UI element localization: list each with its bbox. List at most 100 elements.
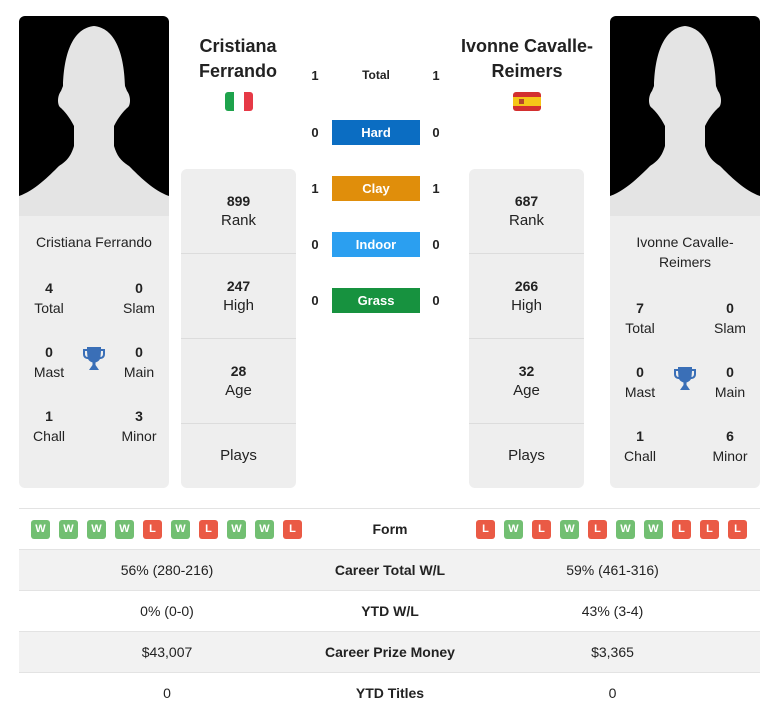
player2-titles-slam: 0 Slam (700, 298, 760, 338)
prize-money-label: Career Prize Money (325, 644, 455, 660)
player1-stats: 899 Rank 247 High 28 Age Plays (181, 169, 296, 488)
form-loss-badge[interactable]: L (588, 520, 607, 539)
titles-chall-value: 1 (636, 428, 644, 444)
form-win-badge[interactable]: W (87, 520, 106, 539)
player1-rank: 899 Rank (181, 169, 296, 254)
player1-plays: Plays (181, 424, 296, 488)
surface-hard-badge[interactable]: Hard (332, 120, 420, 145)
age-label: Age (513, 382, 540, 399)
player2-titles-minor: 6 Minor (700, 426, 760, 466)
player1-career-wl: 56% (280-216) (120, 562, 214, 578)
form-win-badge[interactable]: W (644, 520, 663, 539)
prize-money-row: $43,007 Career Prize Money $3,365 (19, 632, 760, 673)
form-row: WWWWLWLWWL Form LWLWLWWLLL (19, 509, 760, 550)
ytd-wl-label: YTD W/L (361, 603, 419, 619)
player1-titles-minor: 3 Minor (109, 406, 169, 446)
high-value: 266 (514, 278, 539, 294)
form-loss-badge[interactable]: L (283, 520, 302, 539)
player2-titles-mast: 0 Mast (610, 362, 670, 402)
titles-mast-label: Mast (624, 384, 656, 400)
h2h-total-label: Total (362, 68, 390, 82)
form-win-badge[interactable]: W (59, 520, 78, 539)
form-win-badge[interactable]: W (31, 520, 50, 539)
form-win-badge[interactable]: W (227, 520, 246, 539)
player2-card-name-line1: Ivonne Cavalle- (636, 234, 734, 250)
titles-main-value: 0 (726, 364, 734, 380)
rank-label: Rank (220, 212, 257, 229)
titles-chall-value: 1 (45, 408, 53, 424)
high-label: High (223, 297, 254, 314)
form-win-badge[interactable]: W (255, 520, 274, 539)
age-value: 28 (230, 363, 247, 379)
player1-prize-money: $43,007 (141, 644, 193, 660)
titles-main-label: Main (714, 384, 746, 400)
player1-high: 247 High (181, 254, 296, 339)
player1-ytd-wl: 0% (0-0) (140, 603, 194, 619)
player1-form: WWWWLWLWWL (31, 520, 302, 539)
player2-ytd-titles: 0 (608, 685, 617, 701)
form-loss-badge[interactable]: L (143, 520, 162, 539)
trophy-icon (673, 366, 697, 392)
ytd-wl-row: 0% (0-0) YTD W/L 43% (3-4) (19, 591, 760, 632)
player2-titles-chall: 1 Chall (610, 426, 670, 466)
player1-titles-total: 4 Total (19, 278, 79, 318)
h2h-clay-p1: 1 (311, 181, 319, 196)
player1-card: Cristiana Ferrando 4 Total 0 Slam 0 Mast… (19, 16, 169, 488)
player2-name-line1: Ivonne Cavalle- (460, 36, 594, 56)
form-loss-badge[interactable]: L (728, 520, 747, 539)
player2-card: Ivonne Cavalle- Reimers 7 Total 0 Slam 0… (610, 16, 760, 488)
player1-name[interactable]: Cristiana Ferrando (182, 34, 294, 84)
h2h-indoor-p2: 0 (432, 237, 440, 252)
form-win-badge[interactable]: W (504, 520, 523, 539)
player2-ytd-wl: 43% (3-4) (581, 603, 644, 619)
titles-total-label: Total (34, 300, 64, 316)
player2-prize-money: $3,365 (591, 644, 634, 660)
h2h-grass-p1: 0 (311, 293, 319, 308)
player2-high: 266 High (469, 254, 584, 339)
h2h-hard-row: 0 Hard 0 (305, 120, 450, 145)
form-win-badge[interactable]: W (616, 520, 635, 539)
player1-card-name[interactable]: Cristiana Ferrando (19, 232, 169, 252)
player2-stats: 687 Rank 266 High 32 Age Plays (469, 169, 584, 488)
titles-slam-label: Slam (123, 300, 155, 316)
surface-clay-badge[interactable]: Clay (332, 176, 420, 201)
titles-slam-value: 0 (726, 300, 734, 316)
form-win-badge[interactable]: W (171, 520, 190, 539)
form-loss-badge[interactable]: L (532, 520, 551, 539)
player2-photo (610, 16, 760, 216)
form-loss-badge[interactable]: L (700, 520, 719, 539)
form-loss-badge[interactable]: L (672, 520, 691, 539)
player2-plays: Plays (469, 424, 584, 488)
player1-ytd-titles: 0 (163, 685, 171, 701)
player2-name[interactable]: Ivonne Cavalle- Reimers (452, 34, 602, 84)
player2-titles-main: 0 Main (700, 362, 760, 402)
titles-main-value: 0 (135, 344, 143, 360)
titles-minor-label: Minor (121, 428, 157, 444)
player2-name-line2: Reimers (491, 61, 563, 81)
form-loss-badge[interactable]: L (476, 520, 495, 539)
player2-card-name[interactable]: Ivonne Cavalle- Reimers (610, 232, 760, 272)
titles-minor-label: Minor (712, 448, 748, 464)
h2h-clay-p2: 1 (432, 181, 440, 196)
surface-grass-badge[interactable]: Grass (332, 288, 420, 313)
titles-minor-value: 6 (726, 428, 734, 444)
h2h-total-row: 1 Total 1 (305, 63, 450, 88)
player1-titles-mast: 0 Mast (19, 342, 79, 382)
player1-age: 28 Age (181, 339, 296, 424)
form-loss-badge[interactable]: L (199, 520, 218, 539)
player1-titles-main: 0 Main (109, 342, 169, 382)
player2-age: 32 Age (469, 339, 584, 424)
player2-form: LWLWLWWLLL (476, 520, 747, 539)
h2h-hard-p1: 0 (311, 125, 319, 140)
player1-name-line1: Cristiana (199, 36, 277, 56)
surface-indoor-badge[interactable]: Indoor (332, 232, 420, 257)
player2-titles-total: 7 Total (610, 298, 670, 338)
age-label: Age (225, 382, 252, 399)
h2h-total-p2: 1 (432, 68, 440, 83)
trophy-icon (82, 346, 106, 372)
titles-chall-label: Chall (624, 448, 656, 464)
form-win-badge[interactable]: W (560, 520, 579, 539)
form-win-badge[interactable]: W (115, 520, 134, 539)
italy-flag-icon (225, 92, 253, 111)
high-label: High (511, 297, 542, 314)
